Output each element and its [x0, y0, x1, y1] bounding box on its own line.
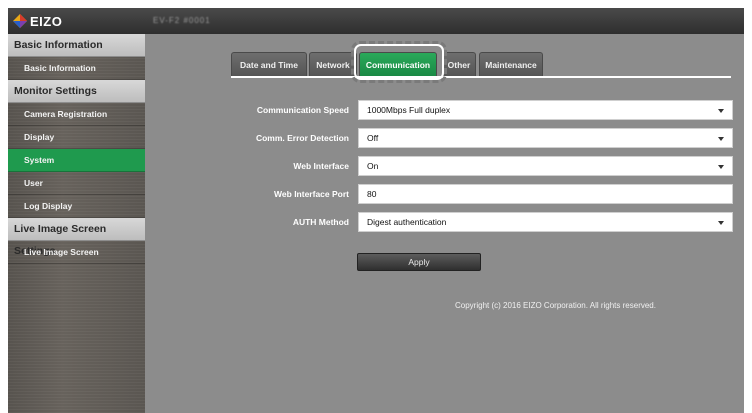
logo-text: EIZO [30, 13, 63, 29]
comm-error-detection-label: Comm. Error Detection [255, 133, 349, 143]
tab-network[interactable]: Network [309, 52, 357, 76]
chevron-down-icon [718, 221, 724, 225]
main-content: Date and Time Network Communication Othe… [145, 34, 744, 413]
comm-error-detection-value: Off [367, 133, 379, 143]
tab-other[interactable]: Other [442, 52, 476, 76]
sidebar-item-system[interactable]: System [8, 149, 145, 172]
sidebar-item-log-display[interactable]: Log Display [8, 195, 145, 218]
app-window: EIZO EV-F2 #0001 Basic Information Basic… [8, 8, 744, 413]
row-web-interface-port: Web Interface Port 80 [145, 184, 744, 204]
auth-method-label: AUTH Method [292, 217, 349, 227]
copyright-text: Copyright (c) 2016 EIZO Corporation. All… [455, 301, 656, 310]
sidebar-section-basic-information[interactable]: Basic Information [8, 34, 145, 57]
device-name: EV-F2 #0001 [153, 16, 211, 25]
eizo-logo-mark-icon [13, 14, 27, 28]
sidebar-item-live-image-screen[interactable]: Live Image Screen [8, 241, 145, 264]
sidebar-item-display[interactable]: Display [8, 126, 145, 149]
web-interface-select[interactable]: On [358, 156, 733, 176]
sidebar-item-basic-information[interactable]: Basic Information [8, 57, 145, 80]
sidebar-item-user[interactable]: User [8, 172, 145, 195]
auth-method-value: Digest authentication [367, 217, 447, 227]
comm-error-detection-select[interactable]: Off [358, 128, 733, 148]
chevron-down-icon [718, 109, 724, 113]
row-web-interface: Web Interface On [145, 156, 744, 176]
sidebar-section-monitor-settings[interactable]: Monitor Settings [8, 80, 145, 103]
tab-underline [231, 76, 731, 78]
chevron-down-icon [718, 137, 724, 141]
row-communication-speed: Communication Speed 1000Mbps Full duplex [145, 100, 744, 120]
sidebar-section-live-image-screen-settings[interactable]: Live Image Screen Settings [8, 218, 145, 257]
sidebar-item-camera-registration[interactable]: Camera Registration [8, 103, 145, 126]
sidebar: Basic Information Basic Information Moni… [8, 34, 145, 413]
communication-speed-select[interactable]: 1000Mbps Full duplex [358, 100, 733, 120]
web-interface-port-label: Web Interface Port [274, 189, 349, 199]
eizo-logo: EIZO [13, 11, 62, 31]
web-interface-port-input[interactable]: 80 [358, 184, 733, 204]
top-bar: EIZO EV-F2 #0001 [8, 8, 744, 34]
communication-speed-value: 1000Mbps Full duplex [367, 105, 451, 115]
tab-date-and-time[interactable]: Date and Time [231, 52, 307, 76]
auth-method-select[interactable]: Digest authentication [358, 212, 733, 232]
tab-maintenance[interactable]: Maintenance [479, 52, 543, 76]
row-comm-error-detection: Comm. Error Detection Off [145, 128, 744, 148]
communication-speed-label: Communication Speed [256, 105, 349, 115]
highlight-callout-inner [354, 44, 444, 80]
web-interface-label: Web Interface [293, 161, 349, 171]
row-auth-method: AUTH Method Digest authentication [145, 212, 744, 232]
chevron-down-icon [718, 165, 724, 169]
apply-button[interactable]: Apply [357, 253, 481, 271]
web-interface-value: On [367, 161, 379, 171]
